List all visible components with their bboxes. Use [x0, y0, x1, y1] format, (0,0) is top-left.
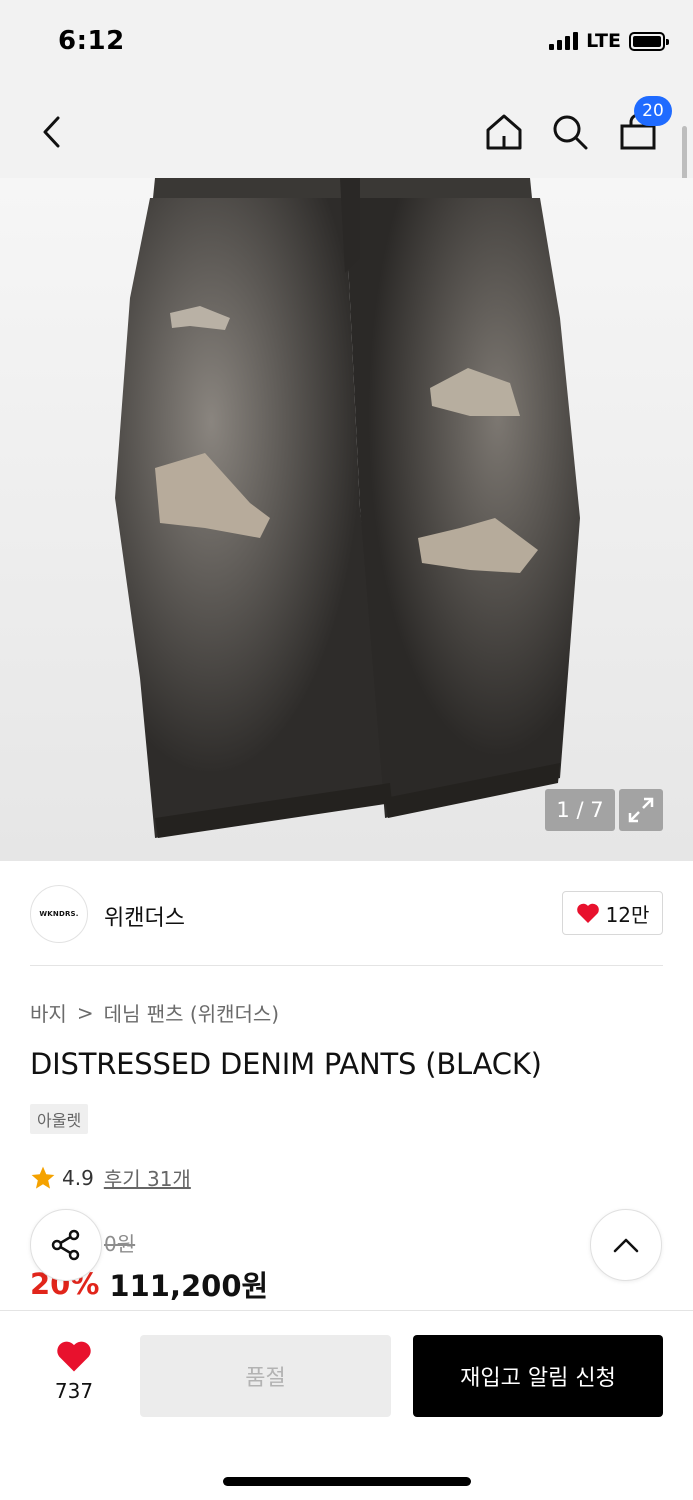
wish-button[interactable]: 737: [34, 1339, 114, 1403]
product-image[interactable]: 1 / 7: [0, 178, 693, 861]
share-icon: [51, 1229, 80, 1261]
brand-like-button[interactable]: 12만: [562, 891, 663, 935]
restock-alert-button[interactable]: 재입고 알림 신청: [413, 1335, 663, 1417]
original-price: 0원: [104, 1232, 136, 1256]
brand-like-count: 12만: [605, 902, 650, 927]
divider: [30, 965, 663, 966]
heart-icon: [57, 1341, 91, 1372]
search-icon: [553, 115, 588, 150]
nav-bar: 20: [0, 88, 693, 178]
breadcrumb: 바지 > 데님 팬츠 (위캔더스): [30, 998, 279, 1027]
home-button[interactable]: [478, 106, 530, 158]
product-title: DISTRESSED DENIM PANTS (BLACK): [30, 1047, 542, 1081]
bottom-action-bar: 737 품절 재입고 알림 신청: [0, 1310, 693, 1500]
expand-icon: [628, 797, 654, 823]
chevron-up-icon: [613, 1238, 639, 1253]
soldout-button[interactable]: 품절: [140, 1335, 391, 1417]
sale-price: 111,200원: [109, 1269, 269, 1303]
status-bar: 6:12 LTE: [0, 0, 693, 88]
brand-logo[interactable]: WKNDRS.: [30, 885, 88, 943]
image-counter: 1 / 7: [545, 789, 615, 831]
scroll-top-button[interactable]: [590, 1209, 662, 1281]
cart-count-badge: 20: [634, 96, 672, 126]
brand-logo-text: WKNDRS.: [39, 910, 79, 918]
heart-icon: [576, 903, 599, 923]
home-indicator: [223, 1477, 471, 1486]
review-link[interactable]: 후기 31개: [104, 1163, 191, 1192]
rating-value: 4.9: [62, 1165, 94, 1190]
back-button[interactable]: [26, 106, 78, 158]
cart-button[interactable]: 20: [612, 96, 672, 158]
status-time: 6:12: [58, 26, 125, 56]
chevron-right-icon: >: [76, 1000, 94, 1025]
outlet-tag: 아울렛: [30, 1104, 89, 1134]
status-indicators: LTE: [549, 30, 669, 52]
signal-icon: [549, 32, 579, 50]
network-label: LTE: [586, 30, 621, 52]
denim-pants-image: [115, 178, 580, 838]
share-button[interactable]: [30, 1209, 102, 1281]
expand-button[interactable]: [619, 789, 663, 831]
brand-row: WKNDRS. 위캔더스 12만: [30, 883, 663, 947]
breadcrumb-category[interactable]: 바지: [30, 998, 67, 1027]
chevron-left-icon: [43, 116, 60, 148]
home-icon: [486, 114, 522, 150]
search-button[interactable]: [544, 106, 596, 158]
battery-icon: [629, 31, 669, 51]
breadcrumb-subcategory[interactable]: 데님 팬츠 (위캔더스): [104, 998, 280, 1027]
rating-row: 4.9 후기 31개: [30, 1163, 191, 1192]
wish-count: 737: [54, 1379, 94, 1403]
brand-name[interactable]: 위캔더스: [104, 900, 185, 932]
star-icon: [31, 1166, 55, 1189]
